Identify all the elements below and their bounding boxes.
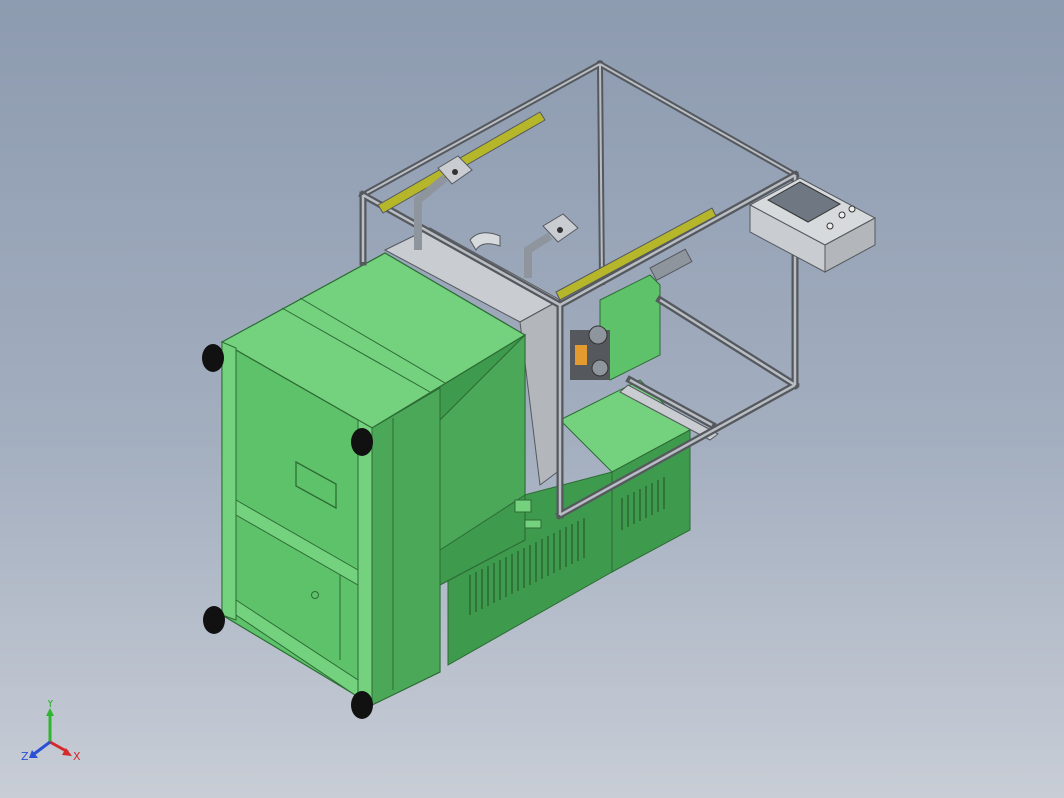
- machine-model[interactable]: [0, 0, 1064, 798]
- y-axis-label: Y: [46, 700, 54, 710]
- axis-triad[interactable]: Y X Z: [18, 700, 88, 770]
- x-axis-label: X: [73, 750, 81, 763]
- cad-viewport[interactable]: Y X Z: [0, 0, 1064, 798]
- z-axis-line: [33, 740, 51, 756]
- z-axis-label: Z: [21, 750, 29, 763]
